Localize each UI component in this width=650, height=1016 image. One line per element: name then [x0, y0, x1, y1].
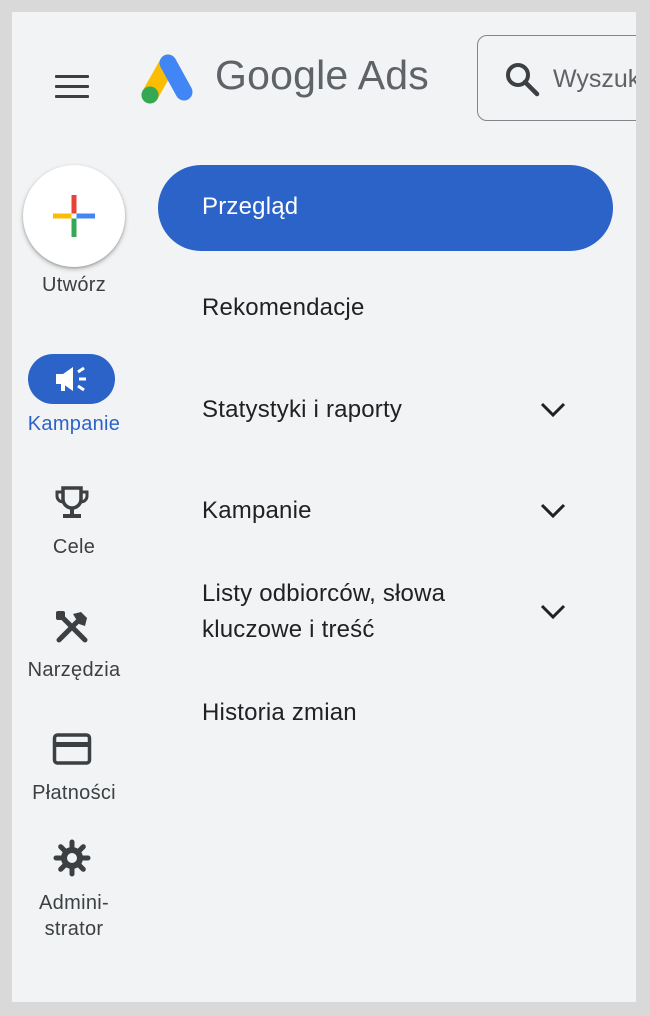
hamburger-menu-icon[interactable] [52, 67, 92, 107]
menu-item-recommendations[interactable]: Rekomendacje [202, 290, 365, 326]
rail-label-campaigns[interactable]: Kampanie [12, 411, 136, 437]
create-button[interactable] [23, 165, 125, 267]
search-box[interactable] [477, 35, 636, 121]
rail-label-admin-line2[interactable]: strator [12, 916, 136, 942]
trophy-icon[interactable] [53, 484, 91, 522]
rail-label-billing[interactable]: Płatności [12, 780, 136, 806]
megaphone-icon [56, 366, 86, 392]
rail-label-tools[interactable]: Narzędzia [12, 657, 136, 683]
google-ads-logo-icon [141, 54, 193, 104]
menu-item-insights-reports[interactable]: Statystyki i raporty [202, 392, 402, 428]
plus-icon [53, 195, 95, 237]
create-label: Utwórz [41, 274, 107, 296]
gear-icon[interactable] [53, 839, 91, 877]
menu-item-change-history[interactable]: Historia zmian [202, 695, 357, 731]
menu-item-campaigns[interactable]: Kampanie [202, 493, 312, 529]
menu-item-audiences-keywords-content[interactable]: Listy odbiorców, słowa kluczowe i treść [202, 576, 445, 648]
tools-icon[interactable] [53, 608, 91, 646]
search-input[interactable] [553, 62, 636, 96]
menu-item-audiences-line2: kluczowe i treść [202, 616, 375, 643]
credit-card-icon[interactable] [52, 732, 92, 766]
search-icon[interactable] [503, 60, 541, 98]
brand-name: Google Ads [215, 52, 429, 98]
app-frame: Google Ads Utwórz Kampanie [12, 12, 636, 1002]
chevron-down-icon[interactable] [539, 502, 567, 520]
rail-label-admin[interactable]: Admini- [12, 890, 136, 916]
rail-label-goals[interactable]: Cele [12, 534, 136, 560]
chevron-down-icon[interactable] [539, 401, 567, 419]
rail-item-campaigns[interactable] [28, 354, 115, 404]
chevron-down-icon[interactable] [539, 603, 567, 621]
menu-item-overview[interactable]: Przegląd [158, 165, 613, 251]
menu-item-audiences-line1: Listy odbiorców, słowa [202, 580, 446, 607]
menu-item-overview-label: Przegląd [202, 193, 299, 220]
